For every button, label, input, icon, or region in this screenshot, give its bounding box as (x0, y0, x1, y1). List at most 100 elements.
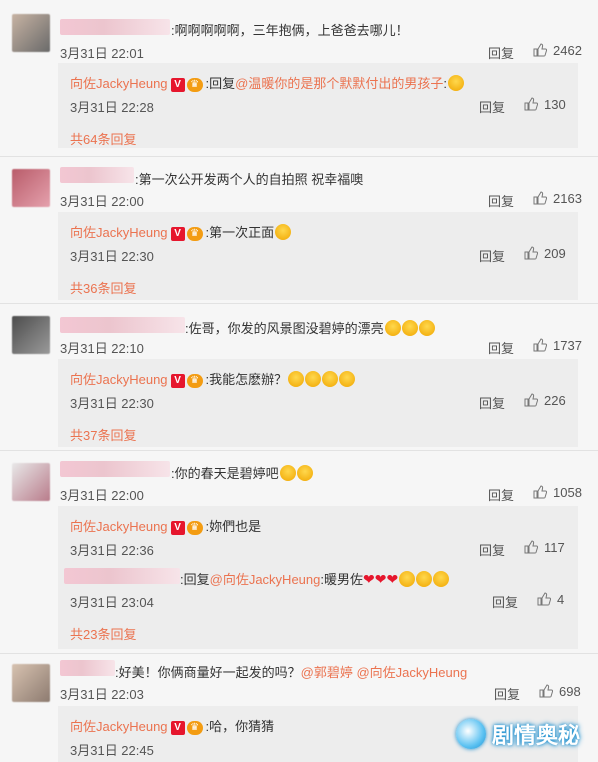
mention-link[interactable]: @向佐JackyHeung (356, 665, 467, 680)
reply-author-link[interactable]: 向佐JackyHeung (70, 519, 168, 534)
like-button[interactable]: 130 (524, 97, 566, 112)
like-count: 698 (559, 684, 581, 699)
thinking-emoji-icon (275, 224, 292, 240)
blurred-username[interactable] (60, 167, 134, 183)
reply-text: 向佐JackyHeung V ♛:哈，你猜猜 (70, 719, 275, 735)
reply-button[interactable]: 回复 (479, 97, 505, 116)
reply-text: 向佐JackyHeung V ♛:回复@温暖你的是那个默默付出的男孩子: (70, 73, 464, 92)
blurred-username[interactable] (64, 568, 180, 584)
mention-link[interactable]: @向佐JackyHeung (210, 572, 321, 587)
comment-feed: :啊啊啊啊啊，三年抱俩，上爸爸去哪儿！ 3月31日 22:01 回复 2462 … (0, 0, 598, 762)
member-badge-icon: ♛ (186, 227, 203, 241)
user-avatar[interactable] (12, 463, 50, 501)
reply-button[interactable]: 回复 (479, 246, 505, 265)
heart-icon: ❤ (374, 571, 387, 587)
like-button[interactable]: 1737 (533, 338, 582, 353)
view-more-replies-link[interactable]: 共37条回复 (70, 425, 136, 444)
view-more-replies-link[interactable]: 共64条回复 (70, 129, 136, 148)
comment-text: :你的春天是碧婷吧 (171, 463, 313, 482)
watermark-logo-icon (455, 719, 486, 749)
reply-text: :回复@向佐JackyHeung:暖男佐❤❤❤ (180, 569, 450, 588)
user-avatar[interactable] (12, 664, 50, 702)
member-badge-icon: ♛ (186, 78, 203, 92)
like-button[interactable]: 2163 (533, 191, 582, 206)
reply-button[interactable]: 回复 (488, 43, 514, 62)
comment-item: :第一次公开发两个人的自拍照 祝幸福噢 3月31日 22:00 回复 2163 … (0, 157, 598, 304)
cry-laugh-emoji-icon (384, 320, 401, 336)
thumbs-up-emoji-icon (399, 571, 416, 587)
comment-text: :啊啊啊啊啊，三年抱俩，上爸爸去哪儿！ (171, 23, 409, 38)
blurred-username[interactable] (60, 19, 170, 35)
laugh-emoji-icon (322, 371, 339, 387)
reply-author-link[interactable]: 向佐JackyHeung (70, 76, 168, 91)
user-avatar[interactable] (12, 169, 50, 207)
watermark-text: 剧情奥秘 (491, 723, 580, 748)
member-badge-icon: ♛ (186, 374, 203, 388)
reply-thread: 向佐JackyHeung V ♛:我能怎麽辦？ 3月31日 22:30 回复 226… (58, 359, 578, 447)
reply-thread: 向佐JackyHeung V ♛:回复@温暖你的是那个默默付出的男孩子: 3月31日… (58, 63, 578, 148)
user-avatar[interactable] (12, 316, 50, 354)
like-button[interactable]: 698 (539, 684, 581, 699)
like-count: 1058 (553, 485, 582, 500)
thumbs-up-icon (533, 43, 547, 57)
like-button[interactable]: 2462 (533, 43, 582, 58)
reply-button[interactable]: 回复 (494, 684, 520, 703)
heart-icon: ❤ (363, 571, 375, 587)
like-count: 226 (544, 393, 566, 408)
reply-button[interactable]: 回复 (479, 393, 505, 412)
like-count: 4 (557, 592, 565, 607)
like-count: 2462 (553, 43, 582, 58)
thumbs-up-icon (524, 540, 538, 554)
reply-button[interactable]: 回复 (488, 485, 514, 504)
laugh-emoji-icon (288, 371, 305, 387)
like-button[interactable]: 117 (524, 540, 565, 555)
reply-thread: 向佐JackyHeung V ♛:第一次正面 3月31日 22:30 回复 209 … (58, 212, 578, 300)
view-more-replies-link[interactable]: 共23条回复 (70, 624, 136, 643)
reply-time: 3月31日 22:30 (70, 249, 154, 264)
blurred-username[interactable] (60, 461, 170, 477)
like-count: 117 (544, 540, 565, 555)
like-button[interactable]: 4 (537, 592, 564, 607)
thumbs-up-icon (537, 592, 551, 606)
verified-v-icon: V (170, 374, 185, 388)
reply-author-link[interactable]: 向佐JackyHeung (70, 719, 168, 734)
comment-time: 3月31日 22:00 (60, 488, 144, 503)
thumbs-up-emoji-icon (433, 571, 450, 587)
reply-time: 3月31日 22:28 (70, 100, 154, 115)
blurred-username[interactable] (60, 660, 115, 676)
watermark: 剧情奥秘 (455, 718, 580, 750)
verified-v-icon: V (170, 227, 185, 241)
user-avatar[interactable] (12, 14, 50, 52)
thumbs-up-icon (524, 246, 538, 260)
reply-button[interactable]: 回复 (479, 540, 505, 559)
like-button[interactable]: 226 (524, 393, 566, 408)
reply-author-link[interactable]: 向佐JackyHeung (70, 225, 168, 240)
reply-button[interactable]: 回复 (488, 191, 514, 210)
like-count: 209 (544, 246, 566, 261)
mention-link[interactable]: @温暖你的是那个默默付出的男孩子 (235, 76, 443, 91)
reply-time: 3月31日 22:45 (70, 743, 154, 758)
comment-item: :你的春天是碧婷吧 3月31日 22:00 回复 1058 向佐JackyHeu… (0, 451, 598, 653)
reply-button[interactable]: 回复 (488, 338, 514, 357)
laugh-emoji-icon (339, 371, 356, 387)
like-button[interactable]: 209 (524, 246, 566, 261)
verified-v-icon: V (170, 721, 185, 735)
view-more-replies-link[interactable]: 共36条回复 (70, 278, 136, 297)
comment-text: :佐哥，你发的风景图没碧婷的漂亮 (185, 318, 435, 337)
mention-link[interactable]: @郭碧婷 (301, 665, 353, 680)
reply-time: 3月31日 22:36 (70, 543, 154, 558)
member-badge-icon: ♛ (186, 721, 203, 735)
reply-author-link[interactable]: 向佐JackyHeung (70, 372, 168, 387)
like-count: 130 (544, 97, 566, 112)
member-badge-icon: ♛ (186, 521, 203, 535)
thumbs-up-emoji-icon (416, 571, 433, 587)
comment-item: :佐哥，你发的风景图没碧婷的漂亮 3月31日 22:10 回复 1737 向佐J… (0, 304, 598, 450)
reply-text: 向佐JackyHeung V ♛:妳們也是 (70, 519, 262, 535)
cry-laugh-emoji-icon (418, 320, 435, 336)
reply-button[interactable]: 回复 (492, 592, 518, 611)
like-button[interactable]: 1058 (533, 485, 582, 500)
thumbs-up-icon (539, 684, 553, 698)
reply-thread: 向佐JackyHeung V ♛:妳們也是 3月31日 22:36 回复 117 :… (58, 506, 578, 649)
blurred-username[interactable] (60, 317, 185, 333)
like-count: 1737 (553, 338, 582, 353)
